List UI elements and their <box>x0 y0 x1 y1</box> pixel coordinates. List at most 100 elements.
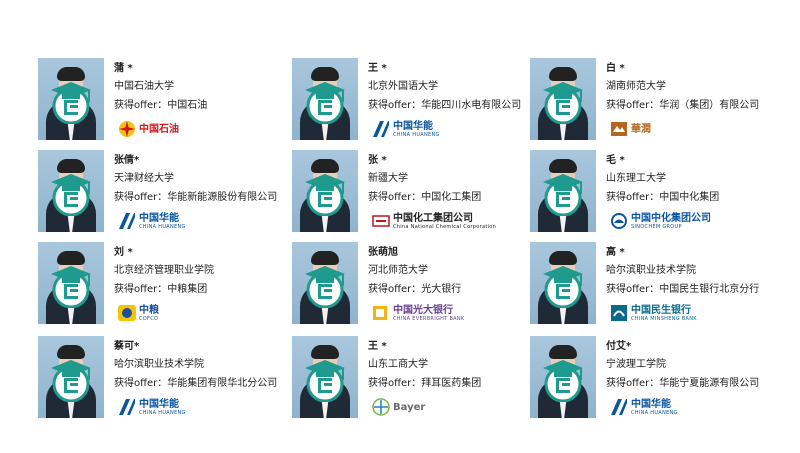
hair-shape <box>57 159 85 173</box>
graduation-cap-badge-icon <box>51 360 91 402</box>
offer-card: 张 * 新疆大学 获得offer：中国化工集团 中国化工集团公司 China Natio… <box>292 150 532 236</box>
school-name: 中国石油大学 <box>114 81 174 92</box>
hair-shape <box>311 345 339 359</box>
student-photo <box>292 242 358 324</box>
company-logo: 中国华能 CHINA HUANENG <box>372 118 440 140</box>
offer-card: 刘 * 北京经济管理职业学院 获得offer：中粮集团 中粮 COFCO <box>38 242 278 328</box>
logo-text: 中国华能 CHINA HUANENG <box>139 399 186 416</box>
logo-text: 中国光大银行 CHINA EVERBRIGHT BANK <box>393 305 465 322</box>
huarun-icon <box>611 122 627 136</box>
school-name: 湖南师范大学 <box>606 81 666 92</box>
student-name: 白 * <box>606 63 625 74</box>
logo-text: 中国石油 <box>139 124 179 135</box>
logo-cn-text: 中国华能 <box>393 120 433 132</box>
company-logo: 中国华能 CHINA HUANENG <box>118 210 186 232</box>
offer-text: 获得offer：华润（集团）有限公司 <box>606 100 760 111</box>
logo-text: 中粮 COFCO <box>139 305 159 322</box>
offer-text: 获得offer：拜耳医药集团 <box>368 378 482 389</box>
huaneng-icon <box>119 399 135 415</box>
logo-en-text: COFCO <box>139 315 159 322</box>
offer-card: 蒲 * 中国石油大学 获得offer：中国石油 中国石油 <box>38 58 278 144</box>
school-name: 宁波理工学院 <box>606 359 666 370</box>
logo-text: 華潤 <box>631 124 651 135</box>
company-logo: 中国中化集团公司 SINOCHEM GROUP <box>610 210 711 232</box>
offer-grid: 蒲 * 中国石油大学 获得offer：中国石油 中国石油王 * 北京外国语大学 获得off… <box>0 0 800 453</box>
hair-shape <box>549 345 577 359</box>
school-name: 哈尔滨职业技术学院 <box>606 265 696 276</box>
logo-en-text: CHINA EVERBRIGHT BANK <box>393 315 465 322</box>
offer-card: 王 * 山东工商大学获得offer：拜耳医药集团 Bayer <box>292 336 532 422</box>
student-photo <box>292 58 358 140</box>
hair-shape <box>549 251 577 265</box>
hair-shape <box>549 67 577 81</box>
student-photo <box>292 150 358 232</box>
company-logo: 華潤 <box>610 118 651 140</box>
logo-cn-text: 中国民生银行 <box>631 304 691 316</box>
graduation-cap-badge-icon <box>305 174 345 216</box>
logo-cn-text: 中粮 <box>139 304 159 316</box>
company-logo: 中国华能 CHINA HUANENG <box>610 396 678 418</box>
student-name: 蔡可* <box>114 341 140 352</box>
school-name: 新疆大学 <box>368 173 408 184</box>
graduation-cap-badge-icon <box>51 82 91 124</box>
bayer-icon <box>372 398 390 416</box>
offer-card: 张萌旭 河北师范大学 获得offer：光大银行 中国光大银行 CHINA EVERBRI… <box>292 242 532 328</box>
minsheng-icon <box>611 305 627 321</box>
logo-text: 中国华能 CHINA HUANENG <box>393 121 440 138</box>
logo-en-text: SINOCHEM GROUP <box>631 223 682 230</box>
student-photo <box>530 150 596 232</box>
logo-cn-text: 華潤 <box>631 123 651 135</box>
company-logo: 中国石油 <box>118 118 179 140</box>
hair-shape <box>311 67 339 81</box>
school-name: 山东工商大学 <box>368 359 428 370</box>
logo-cn-text: 中国光大银行 <box>393 304 453 316</box>
school-name: 山东理工大学 <box>606 173 666 184</box>
offer-card: 付艾* 宁波理工学院 获得offer：华能宁夏能源有限公司 中国华能 CHINA HUA… <box>530 336 770 422</box>
offer-card: 蔡可* 哈尔滨职业技术学院 获得offer：华能集团有限华北分公司 中国华能 CHINA… <box>38 336 278 422</box>
offer-text: 获得offer：中国中化集团 <box>606 192 720 203</box>
logo-text: 中国化工集团公司 China National Chemical Corporat… <box>393 213 496 230</box>
offer-text: 获得offer：中国民生银行北京分行 <box>606 284 760 295</box>
student-name: 毛 * <box>606 155 625 166</box>
student-photo <box>530 58 596 140</box>
student-name: 高 * <box>606 247 625 258</box>
company-logo: 中国民生银行 CHINA MINSHENG BANK <box>610 302 697 324</box>
student-photo <box>530 242 596 324</box>
student-photo <box>38 242 104 324</box>
huaneng-icon <box>373 121 389 137</box>
student-photo <box>38 58 104 140</box>
everbright-icon <box>373 306 387 320</box>
logo-cn-text: Bayer <box>393 401 426 413</box>
logo-en-text: CHINA HUANENG <box>139 409 186 416</box>
school-name: 河北师范大学 <box>368 265 428 276</box>
graduation-cap-badge-icon <box>305 360 345 402</box>
school-name: 天津财经大学 <box>114 173 174 184</box>
offer-card: 毛 * 山东理工大学获得offer：中国中化集团中国中化集团公司 SINOCHEM … <box>530 150 770 236</box>
hair-shape <box>549 159 577 173</box>
student-name: 张 * <box>368 155 387 166</box>
student-name: 王 * <box>368 63 387 74</box>
graduation-cap-badge-icon <box>305 82 345 124</box>
graduation-cap-badge-icon <box>51 266 91 308</box>
student-name: 王 * <box>368 341 387 352</box>
offer-card: 王 * 北京外国语大学 获得offer：华能四川水电有限公司 中国华能 CHINA HU… <box>292 58 532 144</box>
hair-shape <box>57 67 85 81</box>
graduation-cap-badge-icon <box>543 360 583 402</box>
sinochem-icon <box>611 213 627 229</box>
offer-text: 获得offer：光大银行 <box>368 284 462 295</box>
company-logo: 中国光大银行 CHINA EVERBRIGHT BANK <box>372 302 465 324</box>
student-photo <box>38 150 104 232</box>
offer-text: 获得offer：华能新能源股份有限公司 <box>114 192 278 203</box>
student-photo <box>530 336 596 418</box>
logo-cn-text: 中国华能 <box>631 398 671 410</box>
chemchina-icon <box>372 215 390 227</box>
logo-cn-text: 中国中化集团公司 <box>631 212 711 224</box>
huaneng-icon <box>119 213 135 229</box>
petro-icon <box>119 121 135 137</box>
offer-card: 白 * 湖南师范大学获得offer：华润（集团）有限公司華潤 <box>530 58 770 144</box>
school-name: 北京经济管理职业学院 <box>114 265 214 276</box>
offer-card: 张倩* 天津财经大学 获得offer：华能新能源股份有限公司 中国华能 CHINA HU… <box>38 150 278 236</box>
student-name: 刘 * <box>114 247 133 258</box>
student-photo <box>292 336 358 418</box>
logo-text: Bayer <box>393 402 425 413</box>
